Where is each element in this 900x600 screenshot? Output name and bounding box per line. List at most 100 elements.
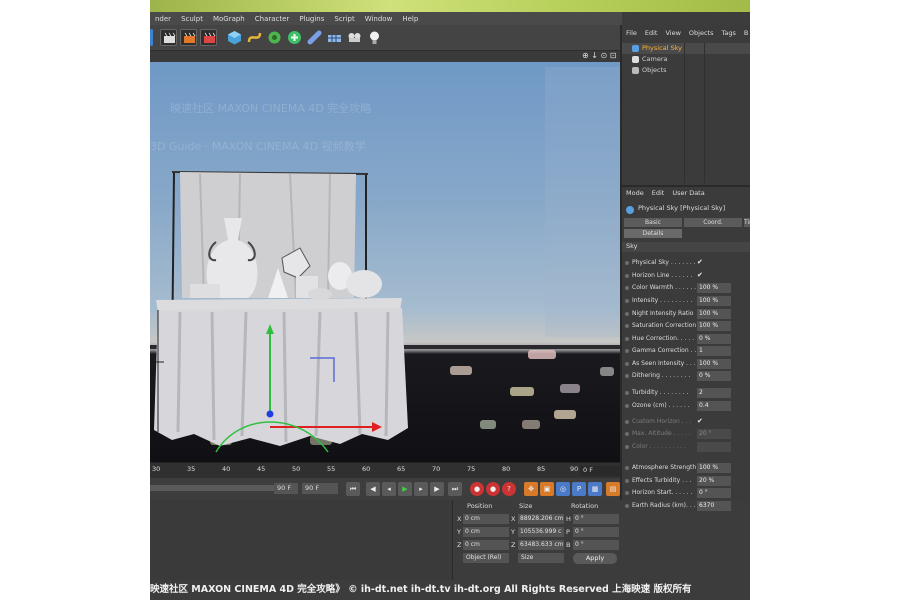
menu-mograph[interactable]: MoGraph <box>208 15 250 23</box>
position-x-field[interactable]: 0 cm <box>463 514 509 524</box>
attr-menu-edit[interactable]: Edit <box>648 189 669 200</box>
parameter-value-field[interactable]: 0 % <box>697 334 731 344</box>
animation-dot-icon[interactable] <box>625 349 629 353</box>
previous-key-icon[interactable]: ◀ <box>366 482 380 496</box>
om-menu-view[interactable]: View <box>661 29 684 41</box>
om-menu-bookmarks[interactable]: B <box>740 29 750 41</box>
animation-dot-icon[interactable] <box>625 261 629 265</box>
time-slider[interactable] <box>150 485 290 491</box>
parameter-value-field[interactable]: 0 % <box>697 371 731 381</box>
parameter-value-field[interactable]: 100 % <box>697 321 731 331</box>
nurbs-icon[interactable] <box>266 29 283 46</box>
go-to-start-icon[interactable]: ⏮ <box>346 482 360 496</box>
menu-render[interactable]: nder <box>150 15 176 23</box>
animation-dot-icon[interactable] <box>625 391 629 395</box>
animation-dot-icon[interactable] <box>625 445 629 449</box>
attr-menu-mode[interactable]: Mode <box>622 189 648 200</box>
play-icon[interactable]: ▶ <box>398 482 412 496</box>
param-key-icon[interactable]: P <box>572 482 586 496</box>
object-row-objects[interactable]: Objects <box>622 65 750 76</box>
om-menu-edit[interactable]: Edit <box>641 29 662 41</box>
animation-dot-icon[interactable] <box>625 299 629 303</box>
animation-dot-icon[interactable] <box>625 432 629 436</box>
om-menu-tags[interactable]: Tags <box>717 29 739 41</box>
go-to-end-icon[interactable]: ⏭ <box>448 482 462 496</box>
parameter-checkbox[interactable]: ✔ <box>697 258 703 266</box>
parameter-value-field[interactable]: 6370 <box>697 501 731 511</box>
cube-icon[interactable] <box>226 29 243 46</box>
size-y-field[interactable]: 105536.999 c <box>518 527 564 537</box>
array-icon[interactable] <box>286 29 303 46</box>
parameter-checkbox[interactable]: ✔ <box>697 271 703 279</box>
parameter-value-field[interactable]: 0.4 <box>697 401 731 411</box>
parameter-value-field[interactable]: 2 <box>697 388 731 398</box>
object-row-camera[interactable]: Camera <box>622 54 750 65</box>
menu-sculpt[interactable]: Sculpt <box>176 15 208 23</box>
next-frame-icon[interactable]: ▸ <box>414 482 428 496</box>
size-x-field[interactable]: 88928.206 cm <box>518 514 564 524</box>
parameter-value-field[interactable]: 0 ° <box>697 488 731 498</box>
animation-dot-icon[interactable] <box>625 404 629 408</box>
floor-icon[interactable] <box>326 29 343 46</box>
viewport-nav-icons[interactable]: ⊕ ↓ ⊙ ⊡ <box>582 51 616 60</box>
om-menu-objects[interactable]: Objects <box>685 29 718 41</box>
parameter-value-field[interactable]: 100 % <box>697 283 731 293</box>
attr-menu-user-data[interactable]: User Data <box>668 189 708 200</box>
apply-button[interactable]: Apply <box>573 553 617 564</box>
animation-dot-icon[interactable] <box>625 479 629 483</box>
size-mode-select[interactable]: Size <box>518 553 564 563</box>
tab-details[interactable]: Details <box>624 229 682 238</box>
parameter-value-field[interactable]: 100 % <box>697 309 731 319</box>
camera-icon[interactable] <box>346 29 363 46</box>
light-icon[interactable] <box>366 29 383 46</box>
object-row-physical-sky[interactable]: Physical Sky <box>622 43 750 54</box>
render-settings-icon[interactable] <box>200 29 217 46</box>
animation-dot-icon[interactable] <box>625 491 629 495</box>
render-picture-icon[interactable] <box>180 29 197 46</box>
parameter-value-field[interactable]: 100 % <box>697 296 731 306</box>
autokey-icon[interactable]: ● <box>486 482 500 496</box>
animation-dot-icon[interactable] <box>625 337 629 341</box>
size-z-field[interactable]: 63483.633 cm <box>518 540 564 550</box>
record-icon[interactable]: ● <box>470 482 484 496</box>
tab-basic[interactable]: Basic <box>624 218 682 227</box>
parameter-value-field[interactable]: 1 <box>697 346 731 356</box>
rotation-p-field[interactable]: 0 ° <box>573 527 619 537</box>
animation-dot-icon[interactable] <box>625 504 629 508</box>
animation-dot-icon[interactable] <box>625 466 629 470</box>
preview-end-field[interactable]: 90 F <box>302 483 338 494</box>
timeline-ruler[interactable]: 30 35 40 45 50 55 60 65 70 75 80 85 90 <box>150 462 620 478</box>
current-frame-field[interactable]: 0 F <box>580 466 620 476</box>
menu-help[interactable]: Help <box>397 15 423 23</box>
parameter-value-field[interactable] <box>697 442 731 452</box>
previous-frame-icon[interactable]: ◂ <box>382 482 396 496</box>
menu-character[interactable]: Character <box>250 15 295 23</box>
animation-dot-icon[interactable] <box>625 374 629 378</box>
scale-key-icon[interactable]: ▣ <box>540 482 554 496</box>
rotation-h-field[interactable]: 0 ° <box>573 514 619 524</box>
parameter-value-field[interactable]: 20 % <box>697 476 731 486</box>
animation-dot-icon[interactable] <box>625 312 629 316</box>
next-key-icon[interactable]: ▶ <box>430 482 444 496</box>
deformer-icon[interactable] <box>306 29 323 46</box>
parameter-value-field[interactable]: 100 % <box>697 359 731 369</box>
coordinate-mode-select[interactable]: Object (Rel) <box>463 553 509 563</box>
position-y-field[interactable]: 0 cm <box>463 527 509 537</box>
position-z-field[interactable]: 0 cm <box>463 540 509 550</box>
keyframe-selection-icon[interactable]: ? <box>502 482 516 496</box>
animation-dot-icon[interactable] <box>625 420 629 424</box>
move-key-icon[interactable]: ✥ <box>524 482 538 496</box>
rotation-b-field[interactable]: 0 ° <box>573 540 619 550</box>
tab-coord[interactable]: Coord. <box>684 218 742 227</box>
parameter-value-field[interactable]: 100 % <box>697 463 731 473</box>
tab-time[interactable]: Tim <box>744 218 750 227</box>
spline-icon[interactable] <box>246 29 263 46</box>
menu-plugins[interactable]: Plugins <box>294 15 329 23</box>
animation-dot-icon[interactable] <box>625 362 629 366</box>
viewport[interactable]: 映速社区 MAXON CINEMA 4D 完全攻略 3D Guide · MAX… <box>150 62 620 462</box>
pla-key-icon[interactable]: ▦ <box>588 482 602 496</box>
end-frame-field[interactable]: 90 F <box>274 483 298 494</box>
render-view-icon[interactable] <box>160 29 177 46</box>
om-menu-file[interactable]: File <box>622 29 641 41</box>
material-manager[interactable] <box>150 500 452 580</box>
